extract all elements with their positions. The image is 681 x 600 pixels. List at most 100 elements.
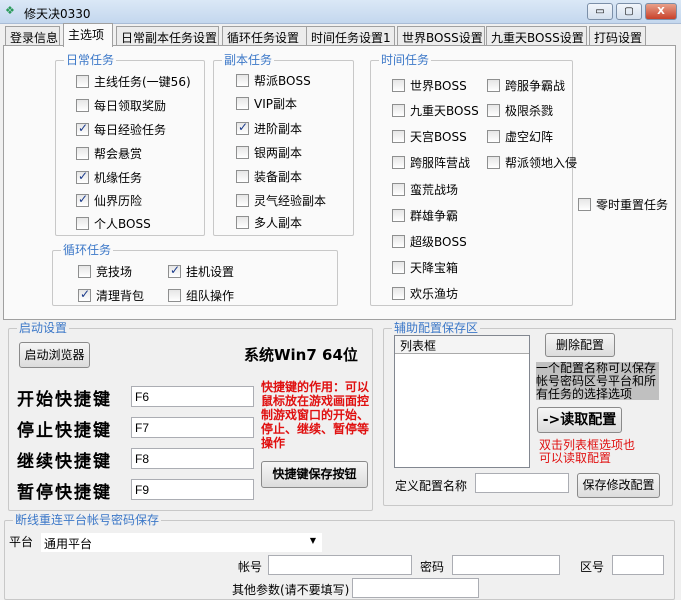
close-button[interactable]: X xyxy=(645,3,677,20)
timed-task-checkbox[interactable]: 帮派领地入侵 xyxy=(487,154,577,171)
other-params-input[interactable] xyxy=(352,578,479,598)
tab-1[interactable]: 主选项 xyxy=(63,23,113,47)
checkbox[interactable] xyxy=(392,235,405,248)
checkbox[interactable] xyxy=(392,183,405,196)
timed-task-checkbox[interactable]: 天降宝箱 xyxy=(392,259,458,276)
checkbox[interactable] xyxy=(487,104,500,117)
timed-task-checkbox[interactable]: 跨服阵营战 xyxy=(392,154,470,171)
daily-task-checkbox[interactable]: 每日经验任务 xyxy=(76,121,166,138)
timed-task-checkbox[interactable]: 跨服争霸战 xyxy=(487,77,565,94)
timed-task-checkbox[interactable]: 极限杀戮 xyxy=(487,102,553,119)
checkbox[interactable] xyxy=(392,156,405,169)
hotkey-input[interactable] xyxy=(131,417,254,438)
daily-task-checkbox[interactable]: 主线任务(一键56) xyxy=(76,73,191,90)
checkbox-label: 跨服争霸战 xyxy=(505,79,566,93)
checkbox[interactable] xyxy=(76,99,89,112)
checkbox[interactable] xyxy=(392,130,405,143)
hotkey-input[interactable] xyxy=(131,448,254,469)
checkbox[interactable] xyxy=(76,147,89,160)
loop-task-checkbox[interactable]: 竞技场 xyxy=(78,263,132,280)
dungeon-task-checkbox[interactable]: 装备副本 xyxy=(236,168,302,185)
dungeon-task-checkbox[interactable]: 帮派BOSS xyxy=(236,72,311,89)
zone-input[interactable] xyxy=(612,555,664,575)
checkbox-label: 主线任务(一键56) xyxy=(94,75,191,89)
platform-select[interactable]: 通用平台 ▼ xyxy=(40,532,323,553)
checkbox[interactable] xyxy=(168,289,181,302)
tab-3[interactable]: 循环任务设置 xyxy=(222,26,307,46)
password-label: 密码 xyxy=(420,560,445,574)
checkbox[interactable] xyxy=(487,156,500,169)
timed-task-checkbox[interactable]: 天宫BOSS xyxy=(392,128,467,145)
tab-4[interactable]: 时间任务设置1 xyxy=(306,26,395,46)
dungeon-task-checkbox[interactable]: 进阶副本 xyxy=(236,120,302,137)
checkbox[interactable] xyxy=(236,216,249,229)
launch-browser-button[interactable]: 启动浏览器 xyxy=(19,342,90,368)
timed-task-checkbox[interactable]: 蛮荒战场 xyxy=(392,181,458,198)
minimize-button[interactable]: ▭ xyxy=(587,3,613,20)
dungeon-task-checkbox[interactable]: 灵气经验副本 xyxy=(236,192,326,209)
tab-2[interactable]: 日常副本任务设置 xyxy=(116,26,219,46)
checkbox[interactable] xyxy=(78,265,91,278)
timed-task-checkbox[interactable]: 群雄争霸 xyxy=(392,207,458,224)
midnight-reset-checkbox[interactable]: 零时重置任务 xyxy=(578,196,668,213)
tab-5[interactable]: 世界BOSS设置 xyxy=(397,26,485,46)
maximize-button[interactable]: ▢ xyxy=(616,3,642,20)
checkbox[interactable] xyxy=(392,261,405,274)
checkbox[interactable] xyxy=(392,209,405,222)
account-input[interactable] xyxy=(268,555,412,575)
daily-task-checkbox[interactable]: 个人BOSS xyxy=(76,215,151,232)
checkbox[interactable] xyxy=(76,217,89,230)
tab-6[interactable]: 九重天BOSS设置 xyxy=(486,26,587,46)
checkbox[interactable] xyxy=(236,170,249,183)
checkbox[interactable] xyxy=(76,75,89,88)
timed-task-checkbox[interactable]: 世界BOSS xyxy=(392,77,467,94)
daily-task-checkbox[interactable]: 每日领取奖励 xyxy=(76,97,166,114)
delete-config-button[interactable]: 删除配置 xyxy=(545,333,615,357)
checkbox-label: 九重天BOSS xyxy=(410,104,479,118)
timed-task-checkbox[interactable]: 超级BOSS xyxy=(392,233,467,250)
timed-task-checkbox[interactable]: 九重天BOSS xyxy=(392,102,479,119)
daily-task-checkbox[interactable]: 机缘任务 xyxy=(76,169,142,186)
tab-7[interactable]: 打码设置 xyxy=(589,26,646,46)
read-config-button[interactable]: ->读取配置 xyxy=(537,407,622,433)
checkbox[interactable] xyxy=(392,79,405,92)
checkbox[interactable] xyxy=(168,263,181,278)
daily-task-checkbox[interactable]: 帮会悬赏 xyxy=(76,145,142,162)
checkbox[interactable] xyxy=(236,146,249,159)
checkbox[interactable] xyxy=(78,287,91,302)
loop-task-checkbox[interactable]: 组队操作 xyxy=(168,287,234,304)
checkbox[interactable] xyxy=(392,104,405,117)
checkbox-label: 群雄争霸 xyxy=(410,209,459,223)
dungeon-task-checkbox[interactable]: VIP副本 xyxy=(236,95,297,112)
dungeon-task-checkbox[interactable]: 多人副本 xyxy=(236,214,302,231)
loop-task-checkbox[interactable]: 清理背包 xyxy=(78,287,144,304)
checkbox[interactable] xyxy=(76,121,89,136)
checkbox[interactable] xyxy=(76,192,89,207)
config-name-input[interactable] xyxy=(475,473,569,493)
hotkey-input[interactable] xyxy=(131,479,254,500)
group-label: 时间任务 xyxy=(379,53,432,67)
checkbox[interactable] xyxy=(487,79,500,92)
daily-task-checkbox[interactable]: 仙界历险 xyxy=(76,192,142,209)
checkbox-label: 天宫BOSS xyxy=(410,130,467,144)
checkbox[interactable] xyxy=(236,97,249,110)
save-config-button[interactable]: 保存修改配置 xyxy=(577,473,660,498)
checkbox[interactable] xyxy=(487,130,500,143)
hotkey-input[interactable] xyxy=(131,386,254,407)
tab-0[interactable]: 登录信息 xyxy=(5,26,60,46)
checkbox-label: 帮派领地入侵 xyxy=(505,156,578,170)
timed-task-checkbox[interactable]: 虚空幻阵 xyxy=(487,128,553,145)
save-hotkeys-button[interactable]: 快捷键保存按钮 xyxy=(261,461,368,488)
checkbox[interactable] xyxy=(236,194,249,207)
checkbox[interactable] xyxy=(236,74,249,87)
checkbox[interactable] xyxy=(76,169,89,184)
checkbox[interactable] xyxy=(236,120,249,135)
dungeon-task-checkbox[interactable]: 银两副本 xyxy=(236,144,302,161)
checkbox[interactable] xyxy=(578,198,591,211)
password-input[interactable] xyxy=(452,555,560,575)
list-header[interactable]: 列表框 xyxy=(395,336,529,354)
config-listbox[interactable]: 列表框 xyxy=(394,335,530,468)
checkbox[interactable] xyxy=(392,287,405,300)
loop-task-checkbox[interactable]: 挂机设置 xyxy=(168,263,234,280)
timed-task-checkbox[interactable]: 欢乐渔坊 xyxy=(392,285,458,302)
